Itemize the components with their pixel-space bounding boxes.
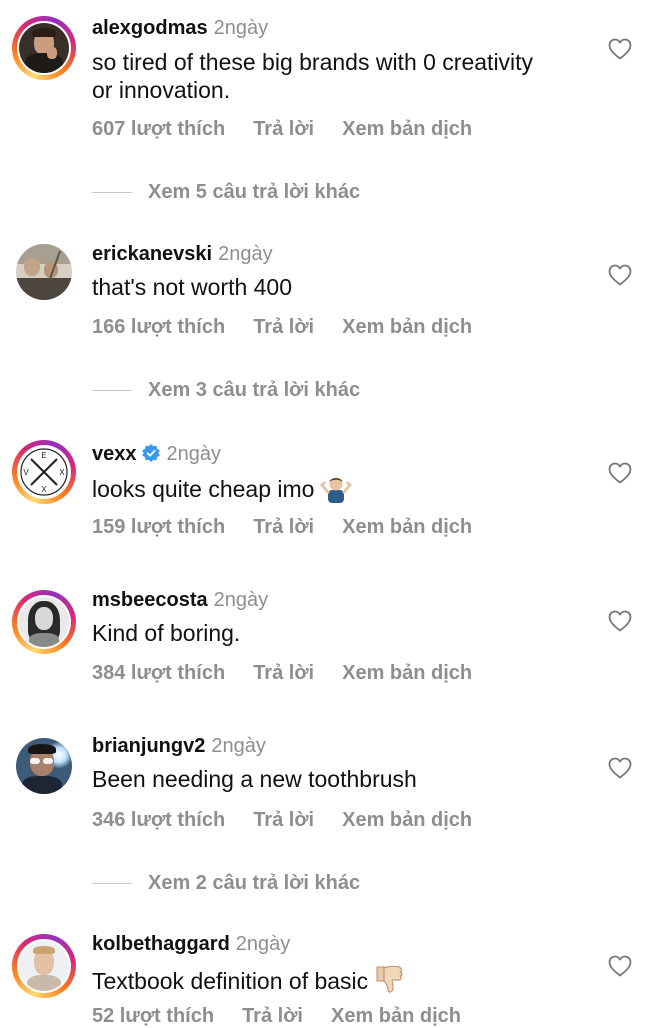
like-count[interactable]: 384 lượt thích: [92, 662, 225, 684]
heart-outline-icon[interactable]: [608, 757, 632, 779]
shrug-emoji-icon: [320, 477, 353, 503]
translate-button[interactable]: Xem bản dịch: [342, 316, 472, 338]
comment-text: so tired of these big brands with 0 crea…: [92, 49, 534, 103]
view-more-replies[interactable]: Xem 3 câu trả lời khác: [92, 378, 360, 402]
reply-button[interactable]: Trả lời: [253, 118, 314, 140]
avatar[interactable]: [12, 590, 76, 654]
comment-timestamp: 2ngày: [218, 243, 273, 265]
avatar[interactable]: [12, 16, 76, 80]
view-more-replies[interactable]: Xem 2 câu trả lời khác: [92, 871, 360, 895]
reply-button[interactable]: Trả lời: [253, 316, 314, 338]
logo-letter: E: [41, 451, 46, 460]
comment-text: Textbook definition of basic: [92, 968, 369, 994]
comment-username[interactable]: erickanevski: [92, 243, 212, 265]
translate-button[interactable]: Xem bản dịch: [342, 809, 472, 831]
comment-timestamp: 2ngày: [166, 443, 222, 465]
translate-button[interactable]: Xem bản dịch: [342, 516, 472, 538]
comment-text: Been needing a new toothbrush: [92, 766, 417, 792]
view-more-replies-label: Xem 3 câu trả lời khác: [148, 379, 361, 401]
like-count[interactable]: 346 lượt thích: [92, 809, 225, 831]
verified-badge-icon: [141, 444, 160, 462]
heart-outline-icon[interactable]: [608, 462, 632, 484]
reply-button[interactable]: Trả lời: [253, 662, 314, 684]
comment-text: Kind of boring.: [92, 620, 241, 646]
logo-letter: X: [41, 485, 47, 494]
thumbs-down-emoji-icon: [376, 965, 403, 993]
heart-outline-icon[interactable]: [608, 955, 632, 977]
reply-button[interactable]: Trả lời: [253, 809, 314, 831]
comment-username[interactable]: msbeecosta: [92, 589, 208, 611]
logo-letter: X: [59, 468, 65, 477]
translate-button[interactable]: Xem bản dịch: [342, 662, 472, 684]
logo-letter: V: [23, 468, 29, 477]
like-count[interactable]: 607 lượt thích: [92, 118, 225, 140]
comment-text: looks quite cheap imo: [92, 476, 315, 502]
reply-button[interactable]: Trả lời: [253, 516, 314, 538]
view-more-replies-label: Xem 2 câu trả lời khác: [148, 872, 361, 894]
comment-username[interactable]: alexgodmas: [92, 17, 208, 39]
comment-text: that's not worth 400: [92, 274, 293, 300]
view-more-replies[interactable]: Xem 5 câu trả lời khác: [92, 180, 360, 204]
divider: [92, 389, 132, 391]
heart-outline-icon[interactable]: [608, 38, 632, 60]
avatar[interactable]: [12, 734, 76, 798]
avatar[interactable]: [12, 934, 76, 998]
divider: [92, 191, 132, 193]
comment-timestamp: 2ngày: [213, 17, 269, 39]
vexx-logo: E V X X: [20, 448, 68, 496]
comment-username[interactable]: brianjungv2: [92, 735, 205, 757]
heart-outline-icon[interactable]: [608, 610, 632, 632]
like-count[interactable]: 166 lượt thích: [92, 316, 225, 338]
divider: [92, 882, 132, 884]
heart-outline-icon[interactable]: [608, 264, 632, 286]
translate-button[interactable]: Xem bản dịch: [342, 118, 472, 140]
comment-username[interactable]: vexx: [92, 443, 137, 465]
avatar[interactable]: E V X X: [12, 440, 76, 504]
view-more-replies-label: Xem 5 câu trả lời khác: [148, 181, 361, 203]
comment-timestamp: 2ngày: [213, 589, 269, 611]
like-count[interactable]: 159 lượt thích: [92, 516, 225, 538]
avatar[interactable]: [12, 240, 76, 304]
comment-timestamp: 2ngày: [211, 735, 266, 757]
comment-username[interactable]: kolbethaggard: [92, 933, 230, 955]
comment-timestamp: 2ngày: [235, 933, 291, 955]
